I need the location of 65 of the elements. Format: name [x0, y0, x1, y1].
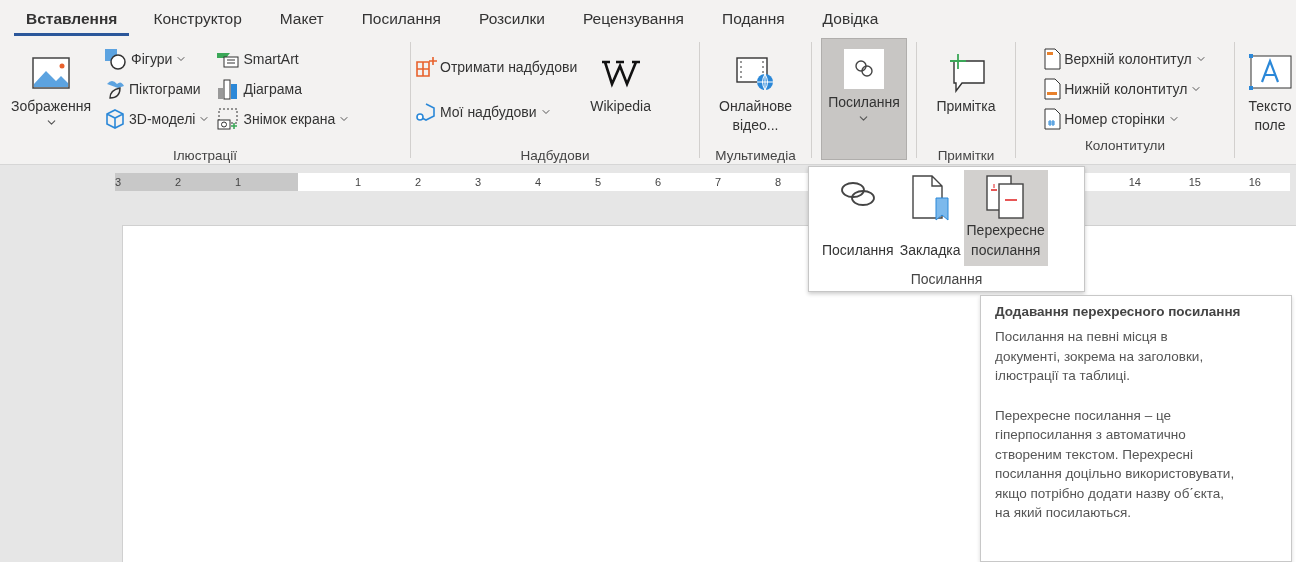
ribbon-button[interactable]: Отримати надбудови — [415, 54, 578, 79]
group-label: Примітки — [936, 148, 996, 163]
ribbon-button[interactable]: Діаграма — [216, 76, 351, 101]
ruler-number: 16 — [1248, 176, 1261, 188]
group-label: Посилання — [909, 271, 984, 289]
picture-icon — [32, 57, 70, 89]
ribbon-button[interactable]: 3D-моделі — [104, 106, 211, 131]
online-video-icon — [735, 55, 776, 91]
ruler-number: 2 — [175, 176, 182, 188]
bookmark-icon — [910, 174, 951, 222]
footer-icon — [1043, 77, 1062, 100]
text-box-icon — [1248, 53, 1292, 93]
header-icon — [1043, 47, 1062, 70]
ribbon-button[interactable]: Примітка — [929, 42, 1003, 148]
menu-item[interactable]: Перехресне посилання — [963, 170, 1048, 266]
ruler-number: 3 — [474, 176, 481, 188]
ruler-number: 6 — [654, 176, 661, 188]
ribbon-button[interactable]: Фігури — [104, 46, 211, 71]
add-ins-icon — [415, 55, 437, 78]
ribbon-tab[interactable]: Довідка — [810, 8, 891, 36]
menu-item[interactable]: Закладка — [896, 170, 964, 266]
ruler-number: 3 — [115, 176, 122, 188]
shapes-icon — [104, 47, 129, 70]
ribbon-tab[interactable]: Вставлення — [14, 8, 130, 36]
screenshot-icon — [216, 107, 241, 130]
ribbon-tab[interactable]: Розсилки — [467, 8, 557, 36]
ribbon-button[interactable]: Піктограми — [104, 76, 211, 101]
group-label: Колонтитули — [1084, 138, 1166, 155]
ribbon-button[interactable]: Верхній колонтитул — [1043, 46, 1207, 71]
menu-item[interactable]: Посилання — [819, 170, 897, 266]
page-number-icon — [1043, 107, 1062, 130]
ruler-number: 8 — [774, 176, 781, 188]
link-icon — [844, 49, 884, 89]
ruler-number: 1 — [235, 176, 242, 188]
tooltip-title: Додавання перехресного посилання — [995, 304, 1242, 319]
group-label: Мультимедіа — [714, 148, 797, 163]
ruler-number: 1 — [354, 176, 361, 188]
group-label: Ілюстрації — [171, 148, 239, 163]
ribbon-button[interactable]: Зображення — [4, 42, 99, 148]
group-label: Надбудови — [519, 148, 591, 163]
ruler-number: 5 — [594, 176, 601, 188]
ribbon-button[interactable]: Посилання — [821, 38, 907, 160]
ribbon-button[interactable]: Мої надбудови — [415, 99, 578, 124]
ribbon-tab[interactable]: Конструктор — [141, 8, 254, 36]
cube-icon — [104, 107, 127, 130]
ribbon-tab[interactable]: Рецензування — [570, 8, 696, 36]
tooltip-text: Посилання на певні місця в документі, зокрема на заголовки, ілюстрації та таблиці. — [995, 328, 1205, 385]
ribbon-button[interactable]: Знімок екрана — [216, 106, 351, 131]
ribbon-button[interactable]: Нижній колонтитул — [1043, 76, 1207, 101]
hexagon-icon — [415, 100, 437, 123]
ruler-number: 15 — [1188, 176, 1201, 188]
ruler-number: 14 — [1128, 176, 1141, 188]
ribbon-tab[interactable]: Посилання — [349, 8, 453, 36]
ribbon-button[interactable]: Тексто поле — [1234, 42, 1296, 148]
ribbon-tab[interactable]: Макет — [267, 8, 336, 36]
wikipedia-icon — [600, 58, 641, 88]
ruler-number: 4 — [534, 176, 541, 188]
tooltip-text: Перехресне посилання – це гіперпосилання з автоматично створеним текстом. Перехресні посилання доцільно використовувати, якщо потрібно додати назву об΄єкта, на який посилаються. — [995, 406, 1235, 522]
ribbon-tab[interactable]: Подання — [710, 8, 797, 36]
ribbon-button[interactable]: SmartArt — [216, 46, 351, 71]
ribbon-button[interactable]: Wikipedia — [583, 42, 658, 148]
ribbon-button[interactable]: Номер сторінки — [1043, 106, 1207, 131]
ruler-number: 2 — [414, 176, 421, 188]
ribbon-button[interactable]: Онлайнове відео... — [712, 42, 799, 148]
ruler-number: 7 — [714, 176, 721, 188]
